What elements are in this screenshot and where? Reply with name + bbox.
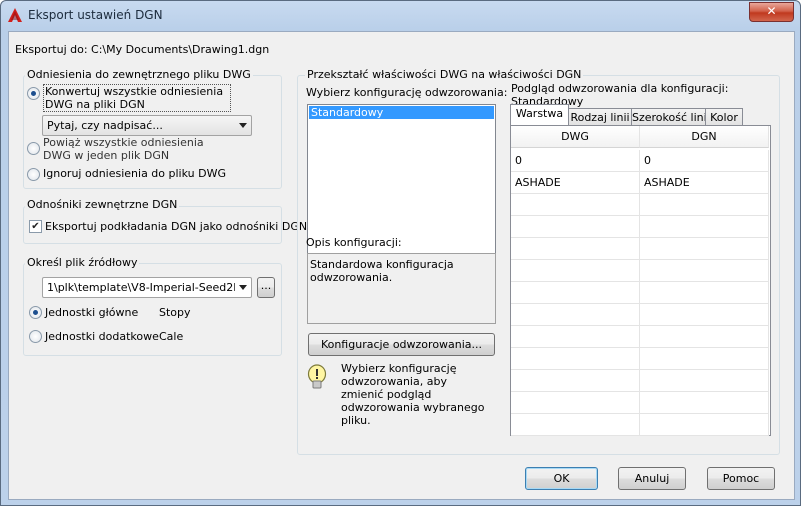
grid-cell: [511, 348, 640, 370]
grid-cell: [511, 304, 640, 326]
cancel-button[interactable]: Anuluj: [618, 467, 686, 490]
config-desc-label: Opis konfiguracji:: [306, 236, 402, 249]
select-config-label: Wybierz konfigurację odwzorowania:: [306, 86, 508, 99]
grid-cell: [640, 304, 769, 326]
seed-file-value: 1\plk\template\V8-Imperial-Seed2D.dgn: [47, 281, 235, 294]
config-description-box: Standardowa konfiguracja odwzorowania.: [307, 253, 496, 324]
grid-cell: [640, 348, 769, 370]
grid-cell: [511, 194, 640, 216]
grid-cell: [511, 370, 640, 392]
lightbulb-icon: [307, 364, 327, 389]
dialog-client: Eksportuj do: C:\My Documents\Drawing1.d…: [8, 31, 795, 500]
main-units-label[interactable]: Jednostki główne: [45, 306, 138, 319]
ok-button[interactable]: OK: [525, 467, 598, 490]
export-to-label: Eksportuj do:: [15, 43, 88, 56]
radio-convert-xrefs[interactable]: [27, 87, 40, 100]
grid-cell: ASHADE: [511, 172, 640, 194]
radio-sub-units[interactable]: [29, 330, 42, 343]
radio-ignore-xrefs[interactable]: [27, 168, 40, 181]
grid-cell: 0: [640, 150, 769, 172]
help-button[interactable]: Pomoc: [707, 467, 775, 490]
export-underlays-label[interactable]: Eksportuj podkładania DGN jako odnośniki…: [45, 220, 307, 233]
preview-grid: DWG DGN 0 0 ASHADE ASHADE: [510, 125, 771, 436]
radio-bind-xrefs[interactable]: [27, 142, 40, 155]
tab-kolor[interactable]: Kolor: [705, 108, 743, 126]
grid-cell: [640, 238, 769, 260]
sub-units-value: Cale: [159, 330, 184, 343]
source-group-title: Określ plik źródłowy: [25, 256, 140, 269]
grid-cell: [511, 326, 640, 348]
sub-units-label[interactable]: Jednostki dodatkowe: [45, 330, 159, 343]
grid-header-dgn[interactable]: DGN: [640, 126, 769, 148]
grid-cell: [511, 260, 640, 282]
mapping-configs-button[interactable]: Konfiguracje odwzorowania...: [308, 333, 495, 356]
grid-cell: ASHADE: [640, 172, 769, 194]
grid-cell: [640, 260, 769, 282]
overwrite-combo-value: Pytaj, czy nadpisać...: [47, 119, 163, 132]
browse-button[interactable]: ...: [257, 277, 275, 298]
radio-ignore-xrefs-label[interactable]: Ignoruj odniesienia do pliku DWG: [43, 167, 226, 180]
mapping-group-title: Przekształć właściwości DWG na właściwoś…: [305, 68, 584, 81]
config-item-standardowy[interactable]: Standardowy: [309, 106, 494, 119]
grid-cell: 0: [511, 150, 640, 172]
export-path: C:\My Documents\Drawing1.dgn: [91, 43, 270, 56]
grid-cell: [511, 414, 640, 436]
tab-szerokosc-linii[interactable]: Szerokość linii: [631, 108, 710, 126]
grid-cell: [640, 282, 769, 304]
radio-main-units[interactable]: [29, 306, 42, 319]
tab-warstwa[interactable]: Warstwa: [510, 104, 569, 125]
export-underlays-checkbox[interactable]: ✔: [29, 220, 42, 233]
grid-cell: [640, 216, 769, 238]
grid-cell: [640, 326, 769, 348]
tip-text: Wybierz konfigurację odwzorowania, aby z…: [341, 362, 485, 427]
grid-cell: [511, 282, 640, 304]
chevron-down-icon: [239, 123, 247, 128]
main-units-value: Stopy: [159, 306, 191, 319]
export-path-row: Eksportuj do: C:\My Documents\Drawing1.d…: [15, 43, 269, 56]
dialog-window: Eksport ustawień DGN ✕ Eksportuj do: C:\…: [0, 0, 801, 506]
grid-cell: [511, 238, 640, 260]
grid-header-dwg[interactable]: DWG: [511, 126, 640, 148]
seed-file-combo[interactable]: 1\plk\template\V8-Imperial-Seed2D.dgn: [42, 277, 252, 298]
tab-rodzaj-linii[interactable]: Rodzaj linii: [567, 108, 633, 126]
overwrite-combo[interactable]: Pytaj, czy nadpisać...: [42, 115, 252, 136]
grid-cell: [640, 194, 769, 216]
config-description-text: Standardowa konfiguracja odwzorowania.: [310, 258, 454, 284]
grid-cell: [640, 392, 769, 414]
config-listbox[interactable]: Standardowy: [307, 104, 496, 255]
radio-bind-xrefs-label[interactable]: Powiąż wszystkie odniesienia DWG w jeden…: [43, 136, 223, 162]
title-bar[interactable]: Eksport ustawień DGN ✕: [1, 1, 800, 29]
grid-cell: [640, 370, 769, 392]
window-title: Eksport ustawień DGN: [28, 8, 163, 22]
autocad-logo-icon: [8, 8, 22, 22]
chevron-down-icon: [239, 285, 247, 290]
xref-group-title: Odniesienia do zewnętrznego pliku DWG: [25, 68, 253, 81]
radio-convert-xrefs-label[interactable]: Konwertuj wszystkie odniesienia DWG na p…: [43, 84, 231, 112]
grid-cell: [511, 216, 640, 238]
close-button[interactable]: ✕: [749, 2, 794, 22]
grid-cell: [511, 392, 640, 414]
dgn-ref-group-title: Odnośniki zewnętrzne DGN: [25, 198, 180, 211]
grid-cell: [640, 414, 769, 436]
